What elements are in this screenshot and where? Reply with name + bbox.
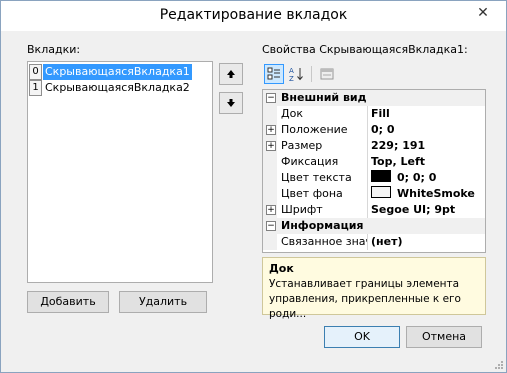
property-value[interactable]: 0; 0: [371, 122, 395, 138]
property-name: Шрифт: [281, 202, 368, 218]
property-value[interactable]: (нет): [371, 234, 403, 250]
svg-text:A: A: [289, 67, 294, 75]
move-up-button[interactable]: [219, 63, 243, 85]
color-swatch: [371, 186, 391, 198]
property-row-location[interactable]: + Положение 0; 0: [263, 122, 485, 138]
property-name: Размер: [281, 138, 368, 154]
toolbar-separator: [311, 66, 312, 82]
categorized-icon: [267, 67, 280, 80]
expand-icon[interactable]: +: [266, 205, 276, 215]
collapse-icon[interactable]: −: [266, 221, 276, 231]
property-name: Связанное знач: [281, 234, 368, 250]
property-row-anchor[interactable]: Фиксация Top, Left: [263, 154, 485, 170]
move-down-button[interactable]: [219, 92, 243, 114]
category-appearance[interactable]: − Внешний вид: [263, 90, 485, 106]
property-row-linked[interactable]: Связанное знач (нет): [263, 234, 485, 250]
close-icon: ✕: [477, 5, 489, 21]
cancel-button[interactable]: Отмена: [406, 326, 482, 348]
svg-text:Z: Z: [289, 75, 294, 82]
property-row-dock[interactable]: Док Fill: [263, 106, 485, 122]
property-value: 0; 0; 0: [397, 171, 437, 184]
property-help-panel: Док Устанавливает границы элемента управ…: [262, 257, 486, 320]
property-name: Фиксация: [281, 154, 368, 170]
arrow-down-icon: [227, 99, 235, 107]
category-info[interactable]: − Информация: [263, 218, 485, 234]
tab-name: СкрывающаясяВкладка2: [45, 81, 190, 94]
tabs-label: Вкладки:: [27, 43, 81, 56]
help-title: Док: [269, 262, 294, 275]
properties-label: Свойства СкрывающаясяВкладка1:: [262, 43, 468, 56]
expand-icon[interactable]: +: [266, 141, 276, 151]
property-name: Док: [281, 106, 368, 122]
category-title: Внешний вид: [281, 91, 367, 104]
list-item[interactable]: 1 СкрывающаясяВкладка2: [29, 80, 211, 96]
close-button[interactable]: ✕: [468, 2, 498, 24]
color-swatch: [371, 170, 391, 182]
property-value[interactable]: Top, Left: [371, 154, 425, 170]
add-tab-button[interactable]: Добавить: [27, 291, 109, 313]
property-row-forecolor[interactable]: Цвет текста 0; 0; 0: [263, 170, 485, 186]
property-value[interactable]: Fill: [371, 106, 390, 122]
arrow-up-icon: [227, 70, 235, 78]
property-row-backcolor[interactable]: Цвет фона WhiteSmoke: [263, 186, 485, 202]
property-row-size[interactable]: + Размер 229; 191: [263, 138, 485, 154]
property-row-font[interactable]: + Шрифт Segoe UI; 9pt: [263, 202, 485, 218]
tab-index: 1: [29, 80, 42, 96]
title-bar: Редактирование вкладок ✕: [1, 1, 506, 31]
expand-icon[interactable]: +: [266, 125, 276, 135]
property-value: WhiteSmoke: [397, 187, 475, 200]
tab-name: СкрывающаясяВкладка1: [43, 64, 192, 80]
list-item[interactable]: 0 СкрывающаясяВкладка1: [29, 64, 211, 80]
category-title: Информация: [281, 219, 364, 232]
property-value[interactable]: 229; 191: [371, 138, 425, 154]
delete-tab-button[interactable]: Удалить: [119, 291, 207, 313]
property-name: Положение: [281, 122, 368, 138]
collapse-icon[interactable]: −: [266, 93, 276, 103]
categorized-button[interactable]: [264, 64, 284, 84]
property-value[interactable]: Segoe UI; 9pt: [371, 202, 455, 218]
property-pages-button[interactable]: [317, 64, 337, 84]
property-name: Цвет фона: [281, 186, 368, 202]
tabs-listbox[interactable]: 0 СкрывающаясяВкладка1 1 СкрывающаясяВкл…: [27, 61, 213, 283]
property-pages-icon: [320, 68, 334, 80]
alphabetical-icon: A Z: [289, 67, 303, 82]
help-text: Устанавливает границы элемента управлени…: [269, 278, 461, 320]
resize-grip-icon[interactable]: [494, 360, 504, 370]
dialog-window: Редактирование вкладок ✕ Вкладки: 0 Скры…: [0, 0, 507, 373]
window-title: Редактирование вкладок: [159, 7, 348, 23]
tab-index: 0: [29, 64, 42, 80]
property-grid[interactable]: − Внешний вид Док Fill + Положение 0; 0 …: [262, 89, 486, 253]
property-name: Цвет текста: [281, 170, 368, 186]
ok-button[interactable]: OK: [324, 326, 400, 348]
alphabetical-button[interactable]: A Z: [287, 64, 307, 84]
